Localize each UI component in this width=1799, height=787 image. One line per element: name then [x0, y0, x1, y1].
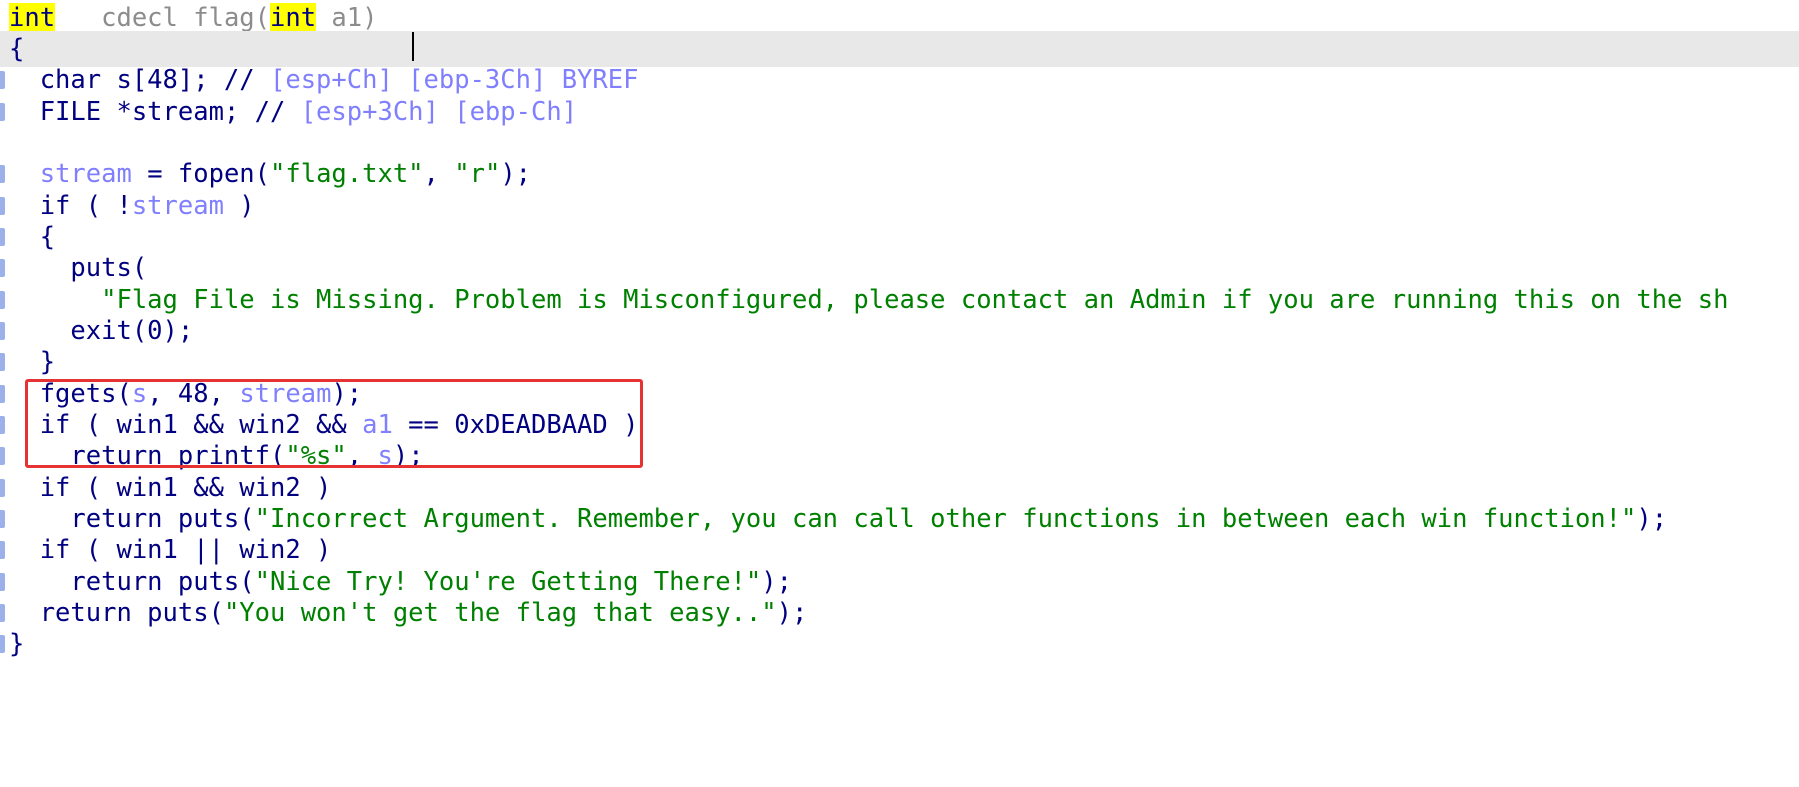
code-token: "Nice Try! You're Getting There!" [254, 567, 762, 597]
code-token: "You won't get the flag that easy.." [223, 598, 777, 628]
code-token: ); [1636, 504, 1668, 534]
code-token: if ( win1 || win2 ) [9, 535, 332, 565]
code-line[interactable]: stream = fopen("flag.txt", "r"); [0, 156, 1799, 192]
code-token: { [9, 222, 56, 252]
code-token: "r" [454, 159, 501, 189]
code-line[interactable]: char s[48]; // [esp+Ch] [ebp-3Ch] BYREF [0, 62, 1799, 98]
code-line[interactable]: } [0, 626, 1799, 662]
code-token: int [270, 3, 317, 33]
code-token: ) [223, 191, 255, 221]
code-token: if ( win1 && win2 ) [9, 473, 332, 503]
code-text: } [9, 626, 24, 662]
code-text: char s[48]; // [esp+Ch] [ebp-3Ch] BYREF [9, 62, 639, 98]
code-token: { [9, 34, 25, 64]
code-token: "Incorrect Argument. Remember, you can c… [254, 504, 1637, 534]
code-token: [esp+3Ch] [ebp-Ch] [300, 97, 578, 127]
code-token: a1) [316, 3, 378, 33]
code-token: ); [761, 567, 792, 597]
code-token: char s[48]; // [9, 65, 270, 95]
code-line[interactable]: } [0, 344, 1799, 380]
code-token: FILE *stream; // [9, 97, 301, 127]
code-token: int [9, 3, 56, 33]
code-text: puts( [9, 250, 147, 286]
code-line[interactable]: if ( win1 || win2 ) [0, 532, 1799, 568]
code-token: if ( ! [9, 191, 132, 221]
code-token: return puts( [9, 504, 255, 534]
code-token: return puts( [9, 567, 255, 597]
code-token: , [423, 159, 455, 189]
code-token: = fopen( [131, 159, 271, 189]
text-caret [412, 32, 414, 61]
pseudocode-editor[interactable]: int __cdecl flag(int a1) { char s[48]; //… [0, 0, 1799, 787]
code-token: return puts( [9, 598, 224, 628]
code-text: if ( win1 || win2 ) [9, 532, 332, 568]
code-text: } [9, 344, 55, 380]
code-token: puts( [9, 253, 148, 283]
code-token: stream [39, 159, 132, 189]
code-text: stream = fopen("flag.txt", "r"); [9, 156, 531, 192]
code-token: ); [776, 598, 808, 628]
code-token: ); [500, 159, 532, 189]
code-token: } [9, 347, 56, 377]
code-token: exit(0); [9, 316, 194, 346]
annotation-box [25, 379, 643, 468]
code-token: __cdecl flag( [55, 3, 270, 33]
code-line[interactable]: puts( [0, 250, 1799, 286]
code-token: } [9, 629, 25, 659]
code-token: "Flag File is Missing. Problem is Miscon… [101, 285, 1729, 315]
code-token: "flag.txt" [270, 159, 424, 189]
code-token: stream [131, 191, 224, 221]
code-token: [esp+Ch] [ebp-3Ch] BYREF [270, 65, 639, 95]
